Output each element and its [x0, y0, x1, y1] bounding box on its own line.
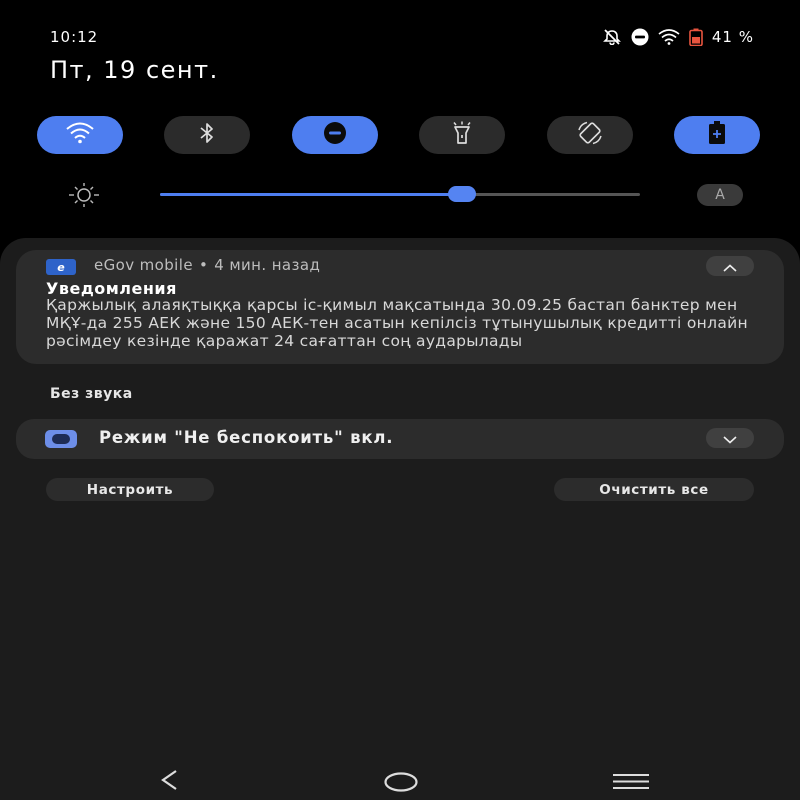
egov-app-icon: e: [46, 259, 76, 275]
tile-wifi[interactable]: [37, 116, 123, 154]
tile-battery-saver[interactable]: [674, 116, 760, 154]
status-icons: 41 %: [602, 28, 754, 46]
tile-flashlight[interactable]: [419, 116, 505, 154]
egov-app-icon-text: e: [57, 260, 65, 274]
notification-app-name: eGov mobile: [94, 256, 193, 274]
brightness-row: A: [0, 180, 800, 210]
auto-brightness-button[interactable]: A: [697, 184, 743, 206]
dnd-notification-label: Режим "Не беспокоить" вкл.: [99, 428, 394, 447]
dnd-expand-button[interactable]: [706, 428, 754, 448]
notification-body: Қаржылық алаяқтыққа қарсы іс-қимыл мақса…: [46, 296, 748, 350]
chevron-down-icon: [723, 429, 737, 448]
chevron-up-icon: [723, 257, 737, 276]
flashlight-icon: [451, 121, 473, 149]
notification-header: eGov mobile • 4 мин. назад: [94, 256, 320, 274]
mute-icon: [602, 29, 622, 45]
quick-settings: [37, 116, 761, 154]
brightness-slider-fill: [160, 193, 463, 196]
brightness-icon: [64, 182, 104, 212]
brightness-slider[interactable]: [160, 186, 640, 202]
back-icon[interactable]: [158, 768, 180, 796]
phone-screen: 10:12 41 % Пт, 19 сент. A e eGov mobile …: [0, 0, 800, 800]
dnd-small-icon: [44, 429, 78, 453]
notification-time: 4 мин. назад: [214, 256, 321, 274]
wifi-icon: [65, 122, 95, 148]
status-time: 10:12: [50, 28, 99, 46]
clear-all-button[interactable]: Очистить все: [554, 478, 754, 501]
battery-saver-icon: [689, 28, 703, 46]
battery-saver-icon: [706, 120, 728, 150]
tile-bluetooth[interactable]: [164, 116, 250, 154]
notification-separator: •: [198, 256, 209, 274]
configure-button[interactable]: Настроить: [46, 478, 214, 501]
dnd-status-icon: [631, 28, 649, 46]
home-icon[interactable]: [383, 771, 419, 797]
recent-apps-icon[interactable]: [612, 773, 650, 795]
dnd-notification[interactable]: Режим "Не беспокоить" вкл.: [16, 419, 784, 459]
notification-collapse-button[interactable]: [706, 256, 754, 276]
wifi-status-icon: [658, 29, 680, 45]
navigation-bar: [0, 760, 800, 800]
egov-notification-card[interactable]: e eGov mobile • 4 мин. назад Уведомления Қ…: [16, 250, 784, 364]
battery-percent: 41 %: [711, 28, 754, 46]
tile-auto-rotate[interactable]: [547, 116, 633, 154]
dnd-icon: [323, 121, 347, 149]
tile-do-not-disturb[interactable]: [292, 116, 378, 154]
silent-section-label: Без звука: [50, 386, 133, 402]
bluetooth-icon: [199, 122, 215, 148]
date-label[interactable]: Пт, 19 сент.: [50, 56, 219, 84]
rotate-icon: [576, 120, 604, 150]
brightness-slider-thumb[interactable]: [448, 186, 477, 202]
